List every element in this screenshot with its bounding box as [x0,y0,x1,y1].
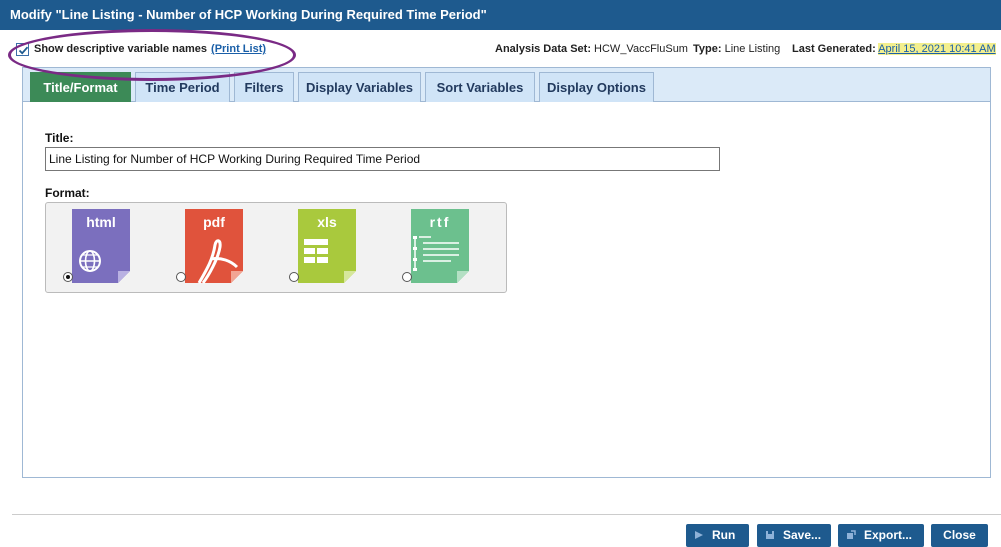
print-list-link[interactable]: (Print List) [211,43,266,55]
export-label: Export... [864,528,913,542]
run-label: Run [712,528,736,542]
format-option-rtf[interactable]: rtf [389,209,477,289]
show-descriptive-checkbox[interactable] [16,43,29,56]
lines-icon: rtf [411,209,469,283]
tab-sort-variables[interactable]: Sort Variables [425,72,535,102]
run-icon [695,531,703,539]
show-descriptive-label: Show descriptive variable names (Print Li… [34,43,266,55]
tab-filters[interactable]: Filters [234,72,294,102]
format-label: Format: [45,186,90,200]
export-button[interactable]: Export... [838,524,924,547]
radio-xls[interactable] [289,272,299,282]
tab-display-variables[interactable]: Display Variables [298,72,421,102]
tab-strip: Title/Format Time Period Filters Display… [23,68,990,102]
analysis-data-set-value: HCW_VaccFluSum [594,43,688,55]
tab-display-options[interactable]: Display Options [539,72,654,102]
type-info: Type: Line Listing [693,43,780,55]
export-icon [847,530,856,539]
dialog-title: Modify "Line Listing - Number of HCP Wor… [0,0,1001,30]
format-xls-text: xls [317,214,337,230]
checkmark-icon [18,46,29,55]
save-label: Save... [783,528,822,542]
radio-html[interactable] [63,272,73,282]
globe-icon: html [72,209,130,283]
footer-divider [12,514,1001,515]
format-rtf-text: rtf [430,214,451,230]
grid-icon: xls [298,209,356,283]
save-icon [766,531,774,539]
run-button[interactable]: Run [686,524,749,547]
acrobat-icon: pdf [185,209,243,284]
analysis-data-set: Analysis Data Set: HCW_VaccFluSum [495,43,688,55]
modify-panel: Title/Format Time Period Filters Display… [22,67,991,478]
tab-title-format[interactable]: Title/Format [30,72,131,102]
format-pdf-text: pdf [203,214,225,230]
radio-pdf[interactable] [176,272,186,282]
type-label: Type: [693,43,722,55]
radio-rtf[interactable] [402,272,412,282]
format-option-html[interactable]: html [50,209,138,289]
type-value: Line Listing [724,43,781,55]
info-bar: Show descriptive variable names (Print Li… [0,38,1001,60]
last-generated-value[interactable]: April 15, 2021 10:41 AM [878,43,996,55]
close-button[interactable]: Close [931,524,988,547]
format-selector: html pdf xls rtf [45,202,507,293]
format-option-pdf[interactable]: pdf [163,209,251,289]
save-button[interactable]: Save... [757,524,831,547]
last-generated-label: Last Generated: [792,43,876,55]
show-descriptive-text: Show descriptive variable names [34,43,208,55]
title-input[interactable] [45,147,720,171]
analysis-data-set-label: Analysis Data Set: [495,43,591,55]
tab-time-period[interactable]: Time Period [135,72,230,102]
format-option-xls[interactable]: xls [276,209,364,289]
format-html-text: html [86,214,116,230]
title-label: Title: [45,131,74,145]
last-generated: Last Generated: April 15, 2021 10:41 AM [792,43,996,55]
